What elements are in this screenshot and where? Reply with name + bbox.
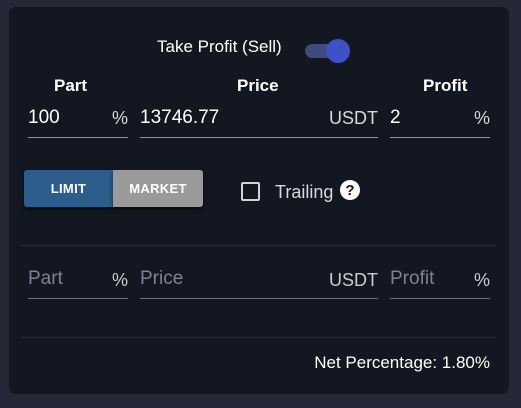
- new-profit-underline: [390, 298, 490, 299]
- part-column-header: Part: [54, 76, 88, 95]
- new-price-unit: USDT: [329, 270, 378, 290]
- net-percentage: Net Percentage: 1.80%: [314, 353, 490, 372]
- new-price-underline: [140, 298, 378, 299]
- market-button[interactable]: MARKET: [113, 170, 203, 207]
- footer-divider: [21, 337, 496, 338]
- new-profit-unit: %: [473, 270, 490, 290]
- price-input-underline: [140, 137, 378, 138]
- new-price-placeholder[interactable]: Price: [140, 268, 183, 290]
- take-profit-label: Take Profit (Sell): [157, 37, 282, 56]
- profit-input-underline: [390, 137, 490, 138]
- price-input-value[interactable]: 13746.77: [140, 107, 219, 129]
- profit-input-value[interactable]: 2: [390, 107, 401, 129]
- take-profit-toggle-knob[interactable]: [326, 39, 350, 63]
- new-price-input[interactable]: Price USDT: [140, 265, 378, 299]
- trailing-checkbox[interactable]: [241, 182, 260, 201]
- price-unit: USDT: [329, 108, 378, 128]
- help-icon[interactable]: ?: [340, 180, 360, 200]
- part-input-value[interactable]: 100: [28, 107, 60, 129]
- section-divider: [21, 245, 496, 246]
- part-input[interactable]: 100 %: [28, 105, 128, 138]
- new-part-placeholder[interactable]: Part: [28, 268, 63, 290]
- part-unit: %: [111, 108, 128, 128]
- take-profit-panel: Take Profit (Sell) Part Price Profit 100…: [9, 7, 509, 394]
- new-profit-placeholder[interactable]: Profit: [390, 268, 434, 290]
- new-part-unit: %: [111, 270, 128, 290]
- profit-column-header: Profit: [423, 76, 468, 95]
- new-profit-input[interactable]: Profit %: [390, 265, 490, 299]
- profit-input[interactable]: 2 %: [390, 105, 490, 138]
- limit-button[interactable]: LIMIT: [24, 170, 113, 207]
- new-part-input[interactable]: Part %: [28, 265, 128, 299]
- trailing-label[interactable]: Trailing: [275, 182, 333, 203]
- price-input[interactable]: 13746.77 USDT: [140, 105, 378, 138]
- profit-unit: %: [473, 108, 490, 128]
- new-part-underline: [28, 298, 128, 299]
- price-column-header: Price: [237, 76, 279, 95]
- part-input-underline: [28, 137, 128, 138]
